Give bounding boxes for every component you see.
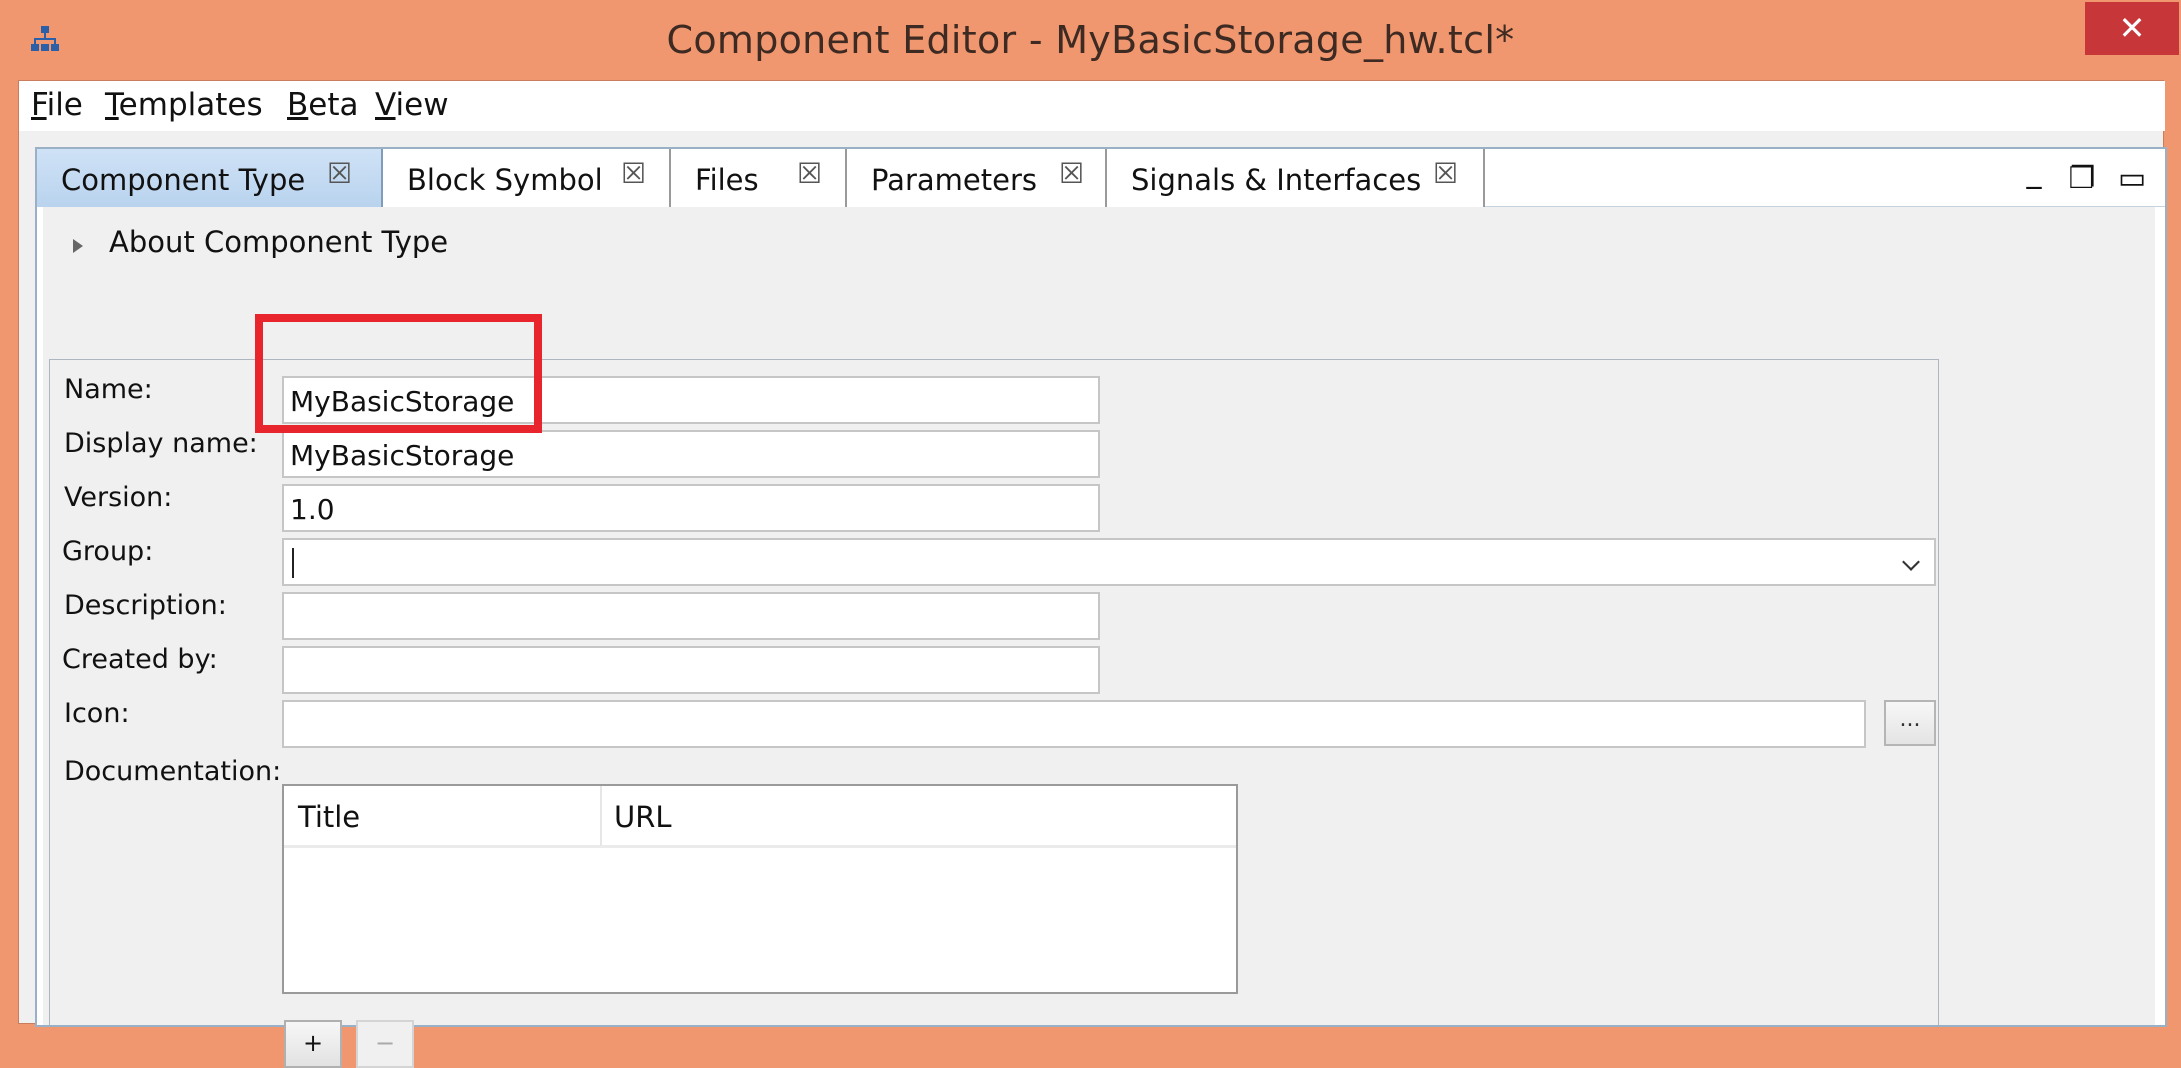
created-by-field[interactable] xyxy=(282,646,1100,694)
minimize-icon[interactable]: _ xyxy=(2015,155,2053,193)
tab-signals-interfaces[interactable]: Signals & Interfaces ☒ xyxy=(1107,149,1485,207)
tab-close-icon[interactable]: ☒ xyxy=(797,157,822,190)
column-divider[interactable] xyxy=(600,786,602,846)
tab-strip: Component Type ☒ Block Symbol ☒ Files ☒ … xyxy=(37,149,2165,207)
name-label: Name: xyxy=(64,374,153,405)
tab-block-symbol[interactable]: Block Symbol ☒ xyxy=(383,149,671,207)
tab-close-icon[interactable]: ☒ xyxy=(1433,157,1458,190)
display-name-label: Display name: xyxy=(64,428,258,459)
component-type-panel: About Component Type Name: MyBasicStorag… xyxy=(43,207,2155,1068)
tab-parameters[interactable]: Parameters ☒ xyxy=(847,149,1107,207)
version-label: Version: xyxy=(64,482,173,513)
menu-beta[interactable]: Beta xyxy=(287,87,359,123)
tab-files[interactable]: Files ☒ xyxy=(671,149,847,207)
maximize-icon[interactable]: ▭ xyxy=(2113,161,2151,199)
version-field[interactable]: 1.0 xyxy=(282,484,1100,532)
close-button[interactable]: ✕ xyxy=(2085,2,2179,55)
group-combobox[interactable] xyxy=(282,538,1936,586)
description-field[interactable] xyxy=(282,592,1100,640)
icon-label: Icon: xyxy=(64,698,130,729)
restore-icon[interactable]: ❐ xyxy=(2063,161,2101,199)
add-documentation-button[interactable]: + xyxy=(284,1020,342,1068)
description-label: Description: xyxy=(64,590,227,621)
group-label: Group: xyxy=(62,536,154,567)
title-bar[interactable]: Component Editor - MyBasicStorage_hw.tcl… xyxy=(0,0,2181,80)
tab-close-icon[interactable]: ☒ xyxy=(621,157,646,190)
table-header: Title URL xyxy=(284,786,1236,848)
documentation-table[interactable]: Title URL xyxy=(282,784,1238,994)
close-icon: ✕ xyxy=(2118,9,2146,47)
menu-file[interactable]: File xyxy=(31,87,83,123)
text-caret xyxy=(292,548,294,578)
editor-window: File Templates Beta View Component Type … xyxy=(18,80,2167,1068)
tab-component-type[interactable]: Component Type ☒ xyxy=(37,149,383,207)
window-title: Component Editor - MyBasicStorage_hw.tcl… xyxy=(666,18,1515,62)
created-by-label: Created by: xyxy=(62,644,218,675)
menu-templates[interactable]: Templates xyxy=(105,87,263,123)
column-header-url[interactable]: URL xyxy=(614,800,672,834)
tab-close-icon[interactable]: ☒ xyxy=(1059,157,1084,190)
browse-icon-button[interactable]: ... xyxy=(1884,700,1936,746)
menu-bar: File Templates Beta View xyxy=(19,81,2165,131)
name-field[interactable]: MyBasicStorage xyxy=(282,376,1100,424)
remove-documentation-button[interactable]: − xyxy=(356,1020,414,1068)
icon-path-field[interactable] xyxy=(282,700,1866,748)
component-properties-group: Name: MyBasicStorage Display name: MyBas… xyxy=(49,359,1939,1068)
tab-folder: Component Type ☒ Block Symbol ☒ Files ☒ … xyxy=(35,147,2167,1068)
about-section-toggle[interactable]: About Component Type xyxy=(109,225,448,259)
tab-close-icon[interactable]: ☒ xyxy=(327,157,352,190)
column-header-title[interactable]: Title xyxy=(298,800,360,834)
menu-view[interactable]: View xyxy=(375,87,449,123)
expand-arrow-icon[interactable] xyxy=(73,239,83,253)
documentation-label: Documentation: xyxy=(64,756,282,787)
chevron-down-icon[interactable] xyxy=(1902,553,1920,571)
display-name-field[interactable]: MyBasicStorage xyxy=(282,430,1100,478)
